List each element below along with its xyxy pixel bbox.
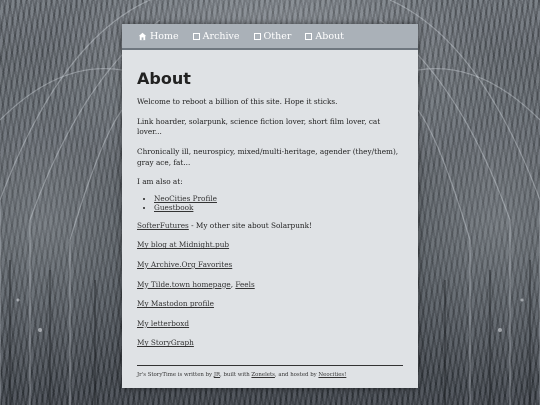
also-at-list: NeoCities Profile Guestbook — [137, 194, 403, 212]
home-icon — [138, 32, 147, 40]
link-line: My blog at Midnight.pub — [137, 240, 403, 251]
nav-archive[interactable]: Archive — [192, 30, 240, 42]
nav-archive-label: Archive — [202, 30, 240, 42]
link-line: My StoryGraph — [137, 338, 403, 349]
also-at-heading: I am also at: — [137, 177, 183, 187]
link-line: My letterboxd — [137, 319, 403, 330]
list-item: NeoCities Profile — [154, 194, 403, 203]
link-line: My Mastodon profile — [137, 299, 403, 310]
tilde-town-link[interactable]: My Tilde.town homepage — [137, 280, 231, 289]
interests-paragraph: Link hoarder, solarpunk, science fiction… — [137, 116, 381, 137]
nav-other[interactable]: Other — [253, 30, 292, 42]
list-item: Guestbook — [154, 203, 403, 212]
nav-home-label: Home — [150, 30, 179, 42]
archive-favorites-link[interactable]: My Archive.Org Favorites — [137, 260, 232, 269]
link-line: My Tilde.town homepage, Feels — [137, 280, 403, 291]
storygraph-link[interactable]: My StoryGraph — [137, 338, 194, 347]
nav-about[interactable]: About — [305, 31, 344, 42]
square-icon — [253, 32, 261, 40]
intro-paragraph: Welcome to reboot a billion of this site… — [137, 97, 338, 107]
footer: Jr's StoryTime is written by JR, built w… — [137, 372, 403, 380]
guestbook-link[interactable]: Guestbook — [154, 203, 193, 212]
feels-link[interactable]: Feels — [235, 280, 254, 289]
neocities-link[interactable]: Neocities! — [318, 372, 346, 378]
mastodon-link[interactable]: My Mastodon profile — [137, 299, 214, 308]
nav-home[interactable]: Home — [138, 31, 179, 42]
midnight-blog-link[interactable]: My blog at Midnight.pub — [137, 240, 229, 249]
footer-text: , and hosted by — [274, 371, 319, 378]
square-icon — [192, 32, 200, 40]
identity-paragraph: Chronically ill, neurospicy, mixed/multi… — [137, 146, 399, 167]
softerfutures-line: SofterFutures - My other site about Sola… — [137, 221, 403, 232]
top-nav: Home Archive Other About — [122, 24, 418, 50]
nav-other-label: Other — [263, 30, 292, 42]
neocities-profile-link[interactable]: NeoCities Profile — [154, 194, 217, 203]
footer-text: , built with — [220, 371, 252, 378]
softerfutures-link[interactable]: SofterFutures — [137, 221, 189, 230]
softerfutures-desc: - My other site about Solarpunk! — [188, 220, 312, 230]
zonelets-link[interactable]: Zonelets — [251, 372, 275, 378]
link-line: My Archive.Org Favorites — [137, 260, 403, 271]
footer-divider — [137, 364, 403, 366]
letterboxd-link[interactable]: My letterboxd — [137, 319, 189, 328]
page-content: About Welcome to reboot a billion of thi… — [122, 67, 418, 380]
nav-about-label: About — [315, 30, 345, 42]
footer-text: Jr's StoryTime is written by — [137, 371, 214, 378]
main-card: Home Archive Other About About Welcome t… — [122, 24, 418, 388]
square-icon — [305, 32, 313, 40]
page-title: About — [137, 69, 191, 88]
